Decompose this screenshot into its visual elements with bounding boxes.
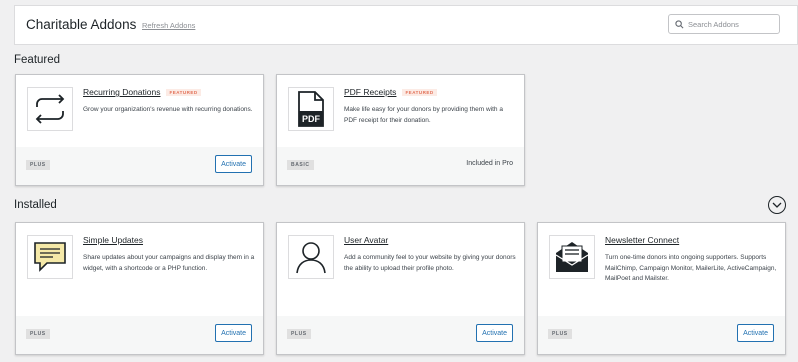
installed-section-title: Installed	[14, 199, 57, 211]
addon-name-link[interactable]: Recurring Donations FEATURED	[83, 87, 201, 97]
addon-card-user-avatar: User Avatar Add a community feel to your…	[276, 222, 525, 355]
addon-card-simple-updates: Simple Updates Share updates about your …	[15, 222, 264, 355]
featured-badge: FEATURED	[402, 89, 437, 97]
activate-button[interactable]: Activate	[737, 324, 774, 342]
tier-badge: BASIC	[287, 160, 314, 170]
collapse-toggle-button[interactable]	[768, 196, 786, 214]
tier-badge: PLUS	[26, 160, 50, 170]
addon-description: Turn one-time donors into ongoing suppor…	[605, 254, 777, 282]
addons-header: Charitable Addons Refresh Addons	[14, 5, 798, 45]
search-box[interactable]	[668, 14, 780, 34]
svg-text:PDF: PDF	[302, 114, 321, 124]
tier-badge: PLUS	[548, 329, 572, 339]
card-footer: PLUS Activate	[16, 147, 263, 185]
featured-section-title: Featured	[14, 54, 61, 66]
addon-card-newsletter-connect: Newsletter Connect Turn one-time donors …	[537, 222, 786, 355]
addon-name: Recurring Donations	[83, 87, 161, 97]
user-icon	[288, 235, 334, 279]
addon-description: Grow your organization's revenue with re…	[83, 106, 253, 113]
addon-name-link[interactable]: PDF Receipts FEATURED	[344, 87, 437, 97]
activate-button[interactable]: Activate	[476, 324, 513, 342]
included-status: Included in Pro	[466, 160, 513, 167]
card-footer: BASIC Included in Pro	[277, 147, 524, 185]
tier-badge: PLUS	[26, 329, 50, 339]
addon-description: Share updates about your campaigns and d…	[83, 254, 255, 272]
recurring-icon	[27, 87, 73, 131]
addon-name-link[interactable]: Newsletter Connect	[605, 235, 679, 245]
card-footer: PLUS Activate	[16, 316, 263, 354]
refresh-addons-link[interactable]: Refresh Addons	[142, 21, 195, 30]
search-input[interactable]	[688, 17, 776, 31]
addon-name: PDF Receipts	[344, 87, 397, 97]
chat-bubble-icon	[27, 235, 73, 279]
activate-button[interactable]: Activate	[215, 155, 252, 173]
page-title: Charitable Addons	[26, 17, 137, 32]
newsletter-icon	[549, 235, 595, 279]
addon-name-link[interactable]: Simple Updates	[83, 235, 143, 245]
addon-card-pdf-receipts: PDF PDF Receipts FEATURED Make life easy …	[276, 74, 525, 186]
activate-button[interactable]: Activate	[215, 324, 252, 342]
addon-description: Make life easy for your donors by provid…	[344, 106, 503, 124]
pdf-icon: PDF	[288, 87, 334, 131]
addon-description: Add a community feel to your website by …	[344, 254, 516, 272]
addon-card-recurring-donations: Recurring Donations FEATURED Grow your or…	[15, 74, 264, 186]
chevron-down-icon	[772, 202, 782, 208]
card-footer: PLUS Activate	[277, 316, 524, 354]
search-icon	[675, 20, 684, 29]
featured-badge: FEATURED	[166, 89, 201, 97]
card-footer: PLUS Activate	[538, 316, 785, 354]
addon-name-link[interactable]: User Avatar	[344, 235, 388, 245]
tier-badge: PLUS	[287, 329, 311, 339]
